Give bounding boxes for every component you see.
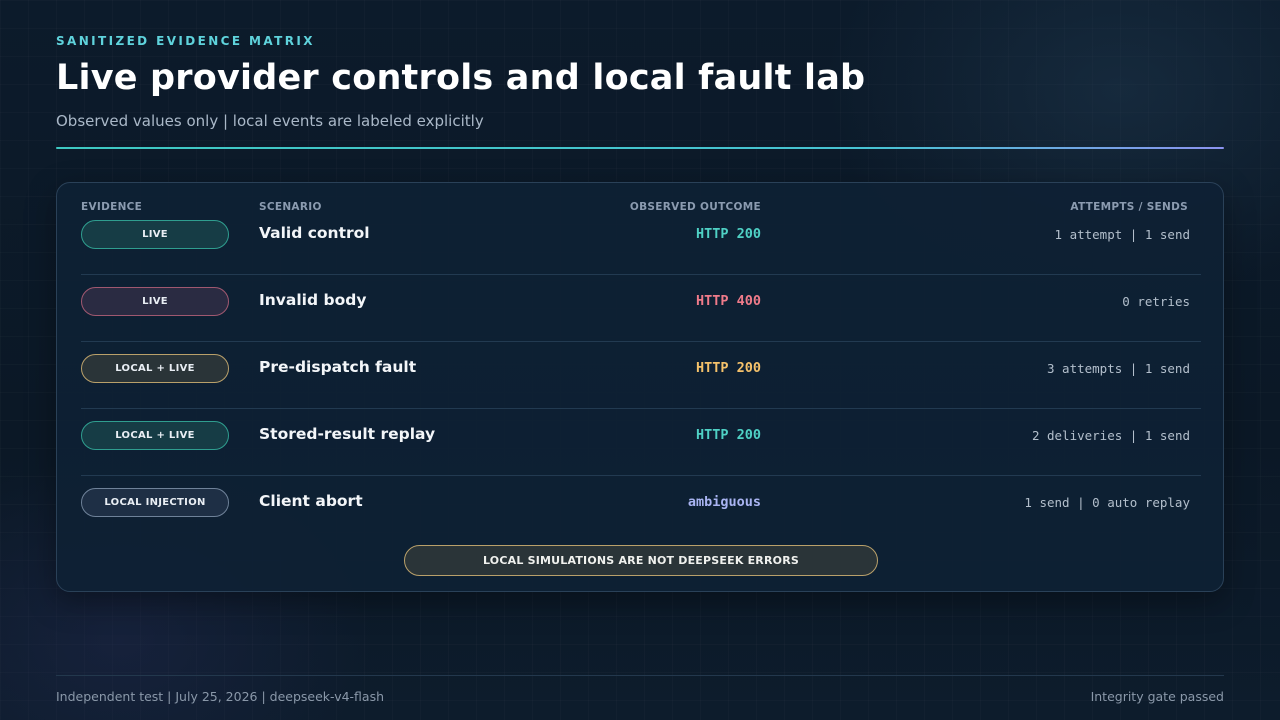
observed-outcome: HTTP 400 [695, 293, 761, 309]
scenario-name: Invalid body [259, 291, 367, 309]
observed-outcome: HTTP 200 [695, 360, 761, 376]
evidence-badge: LIVE [81, 220, 229, 249]
page-subtitle: Observed values only | local events are … [56, 112, 484, 130]
scenario-name: Stored-result replay [259, 425, 436, 443]
table-row-stored-result-replay: LOCAL + LIVE Stored-result replay HTTP 200… [81, 409, 1201, 476]
footer-meta: Independent test | July 25, 2026 | deeps… [56, 689, 385, 704]
observed-outcome: ambiguous [687, 494, 761, 510]
attempts-sends: 0 retries [1122, 294, 1190, 309]
attempts-sends: 1 send | 0 auto replay [1024, 495, 1190, 510]
footer-divider [56, 675, 1224, 676]
observed-outcome: HTTP 200 [695, 427, 761, 443]
table-row-client-abort: LOCAL INJECTION Client abort ambiguous 1 se… [81, 476, 1201, 543]
attempts-sends: 2 deliveries | 1 send [1031, 428, 1190, 443]
evidence-matrix-panel: EVIDENCE SCENARIO OBSERVED OUTCOME ATTEM… [56, 182, 1224, 592]
scenario-name: Client abort [259, 492, 363, 510]
evidence-badge: LIVE [81, 287, 229, 316]
scenario-name: Pre-dispatch fault [259, 358, 417, 376]
scenario-name: Valid control [259, 224, 370, 242]
title-divider [56, 147, 1224, 149]
local-simulation-note-badge: LOCAL SIMULATIONS ARE NOT DEEPSEEK ERROR… [404, 545, 878, 576]
observed-outcome: HTTP 200 [695, 226, 761, 242]
attempts-sends: 3 attempts | 1 send [1047, 361, 1190, 376]
table-row-invalid-body: LIVE Invalid body HTTP 400 0 retries [81, 275, 1201, 342]
table-row-pre-dispatch-fault: LOCAL + LIVE Pre-dispatch fault HTTP 200 3 … [81, 342, 1201, 409]
eyebrow-label: SANITIZED EVIDENCE MATRIX [56, 34, 315, 48]
table-row-valid-control: LIVE Valid control HTTP 200 1 attempt | 1 s… [81, 208, 1201, 275]
evidence-badge: LOCAL + LIVE [81, 421, 229, 450]
evidence-badge: LOCAL + LIVE [81, 354, 229, 383]
evidence-badge: LOCAL INJECTION [81, 488, 229, 517]
page-title: Live provider controls and local fault l… [56, 58, 866, 98]
footer-status: Integrity gate passed [1090, 689, 1224, 704]
attempts-sends: 1 attempt | 1 send [1054, 227, 1190, 242]
